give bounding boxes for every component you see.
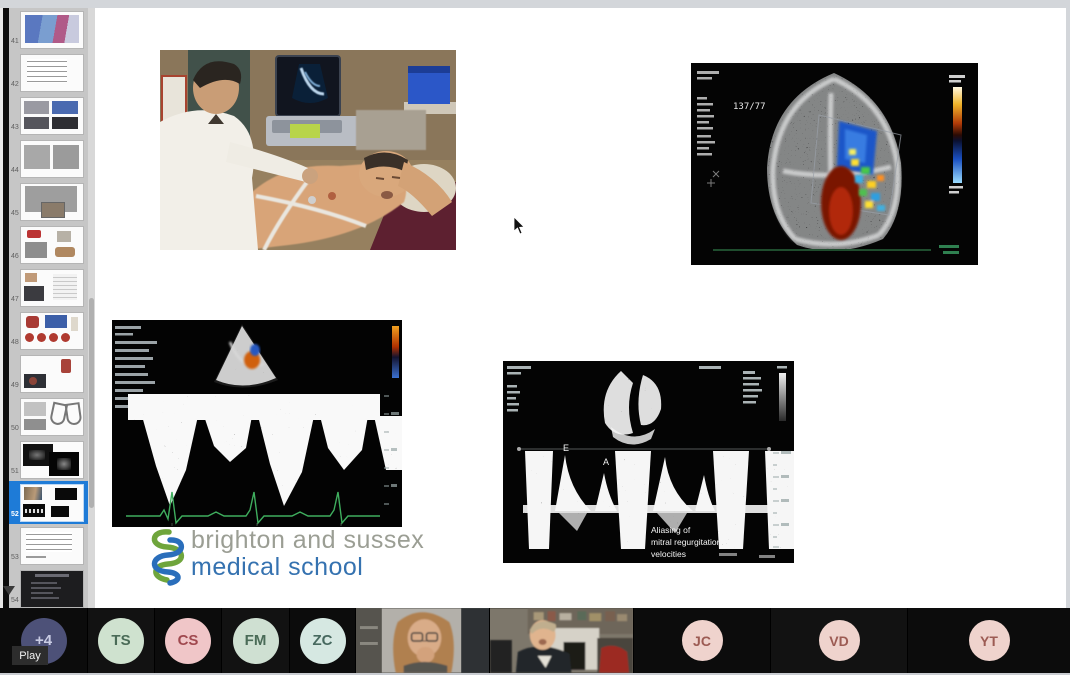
slide-number: 41 [11, 38, 19, 45]
participant-tile-cs[interactable]: CS [155, 608, 222, 673]
avatar-initials: CS [178, 632, 199, 649]
participant-tile-zc[interactable]: ZC [290, 608, 356, 673]
bsms-logo: brighton and sussex medical school [143, 525, 483, 591]
avatar-initials: FM [245, 632, 267, 649]
participant-tile-fm[interactable]: FM [222, 608, 290, 673]
slide-preview [20, 11, 84, 49]
slide-thumbnail-54[interactable]: 54 [9, 567, 88, 610]
slide-preview [20, 441, 84, 479]
slide-number: 42 [11, 81, 19, 88]
slide-preview [20, 312, 84, 350]
slide-thumbnail-44[interactable]: 44 [9, 137, 88, 180]
slide-preview [20, 355, 84, 393]
avatar-fm: FM [233, 618, 279, 664]
video-woman [356, 608, 489, 673]
slide-number: 45 [11, 210, 19, 217]
slide-number: 46 [11, 253, 19, 260]
participant-bar: +4 TS CS FM ZC [0, 608, 1070, 673]
slide-thumbnail-52-selected[interactable]: 52 [9, 481, 88, 524]
window-top-border [0, 0, 1070, 8]
video-man [490, 608, 633, 673]
logo-line-1: brighton and sussex [191, 527, 424, 554]
svg-text:velocities: velocities [651, 549, 686, 559]
logo-line-2: medical school [191, 554, 424, 581]
slide-preview [20, 484, 84, 522]
slide-preview [20, 226, 84, 264]
teams-screenshare-window: 41 42 43 44 [0, 0, 1070, 675]
slide-thumbnail-50[interactable]: 50 [9, 395, 88, 438]
slide-thumbnail-43[interactable]: 43 [9, 94, 88, 137]
avatar-yt: YT [969, 620, 1010, 661]
slide-thumbnail-panel: 41 42 43 44 [0, 8, 95, 610]
slide-preview [20, 140, 84, 178]
participant-video-feed-2[interactable] [490, 608, 634, 673]
panel-overflow-icon [3, 586, 15, 595]
participant-tile-jc[interactable]: JC [634, 608, 771, 673]
slide-canvas: 137/77 [95, 8, 1066, 608]
participant-tile-vd[interactable]: VD [771, 608, 908, 673]
slide-thumbnail-47[interactable]: 47 [9, 266, 88, 309]
slide-number: 54 [11, 597, 19, 604]
a-wave-label: A [603, 457, 609, 467]
slide-thumbnail-46[interactable]: 46 [9, 223, 88, 266]
slide-preview [20, 398, 84, 436]
slide-thumbnail-42[interactable]: 42 [9, 51, 88, 94]
avatar-initials: VD [829, 633, 848, 649]
slide-thumbnail-48[interactable]: 48 [9, 309, 88, 352]
slide-number: 51 [11, 468, 19, 475]
window-right-border [1066, 8, 1070, 608]
avatar-ts: TS [98, 618, 144, 664]
slide-number: 50 [11, 425, 19, 432]
bp-reading: 137/77 [733, 102, 766, 112]
slide-number: 43 [11, 124, 19, 131]
play-button[interactable]: Play [12, 646, 48, 665]
thumbnail-list: 41 42 43 44 [9, 8, 88, 610]
slide-thumbnail-41[interactable]: 41 [9, 8, 88, 51]
avatar-initials: ZC [313, 632, 333, 649]
e-wave-label: E [563, 443, 569, 453]
echo-exam-photo [160, 50, 456, 250]
avatar-vd: VD [819, 620, 860, 661]
avatar-initials: YT [980, 633, 998, 649]
mouse-cursor [512, 216, 526, 236]
slide-number: 52 [11, 511, 19, 518]
participant-video-feed-1[interactable] [356, 608, 490, 673]
slide-number: 53 [11, 554, 19, 561]
cw-doppler-spectral-image [112, 320, 402, 527]
slide-thumbnail-51[interactable]: 51 [9, 438, 88, 481]
participant-tile-yt[interactable]: YT [908, 608, 1070, 673]
slide-thumbnail-53[interactable]: 53 [9, 524, 88, 567]
svg-text:Aliasing of: Aliasing of [651, 525, 691, 535]
slide-preview [20, 183, 84, 221]
bsms-helix-icon [143, 527, 185, 587]
pw-doppler-aliasing-image: E A Aliasing of mitral regurgitation vel… [503, 361, 794, 563]
slide-number: 47 [11, 296, 19, 303]
slide-number: 44 [11, 167, 19, 174]
slide-number: 48 [11, 339, 19, 346]
participant-tile-ts[interactable]: TS [88, 608, 155, 673]
avatar-cs: CS [165, 618, 211, 664]
svg-text:mitral regurgitation: mitral regurgitation [651, 537, 722, 547]
slide-thumbnail-45[interactable]: 45 [9, 180, 88, 223]
slide-preview [20, 54, 84, 92]
slide-thumbnail-49[interactable]: 49 [9, 352, 88, 395]
slide-number: 49 [11, 382, 19, 389]
thumbnail-scrollbar[interactable] [88, 8, 95, 610]
slide-preview [20, 527, 84, 565]
avatar-initials: TS [111, 632, 130, 649]
slide-preview [20, 269, 84, 307]
avatar-initials: JC [693, 633, 711, 649]
avatar-zc: ZC [300, 618, 346, 664]
avatar-jc: JC [682, 620, 723, 661]
colour-doppler-echo-image: 137/77 [691, 63, 978, 265]
slide-preview [20, 570, 84, 608]
slide-preview [20, 97, 84, 135]
